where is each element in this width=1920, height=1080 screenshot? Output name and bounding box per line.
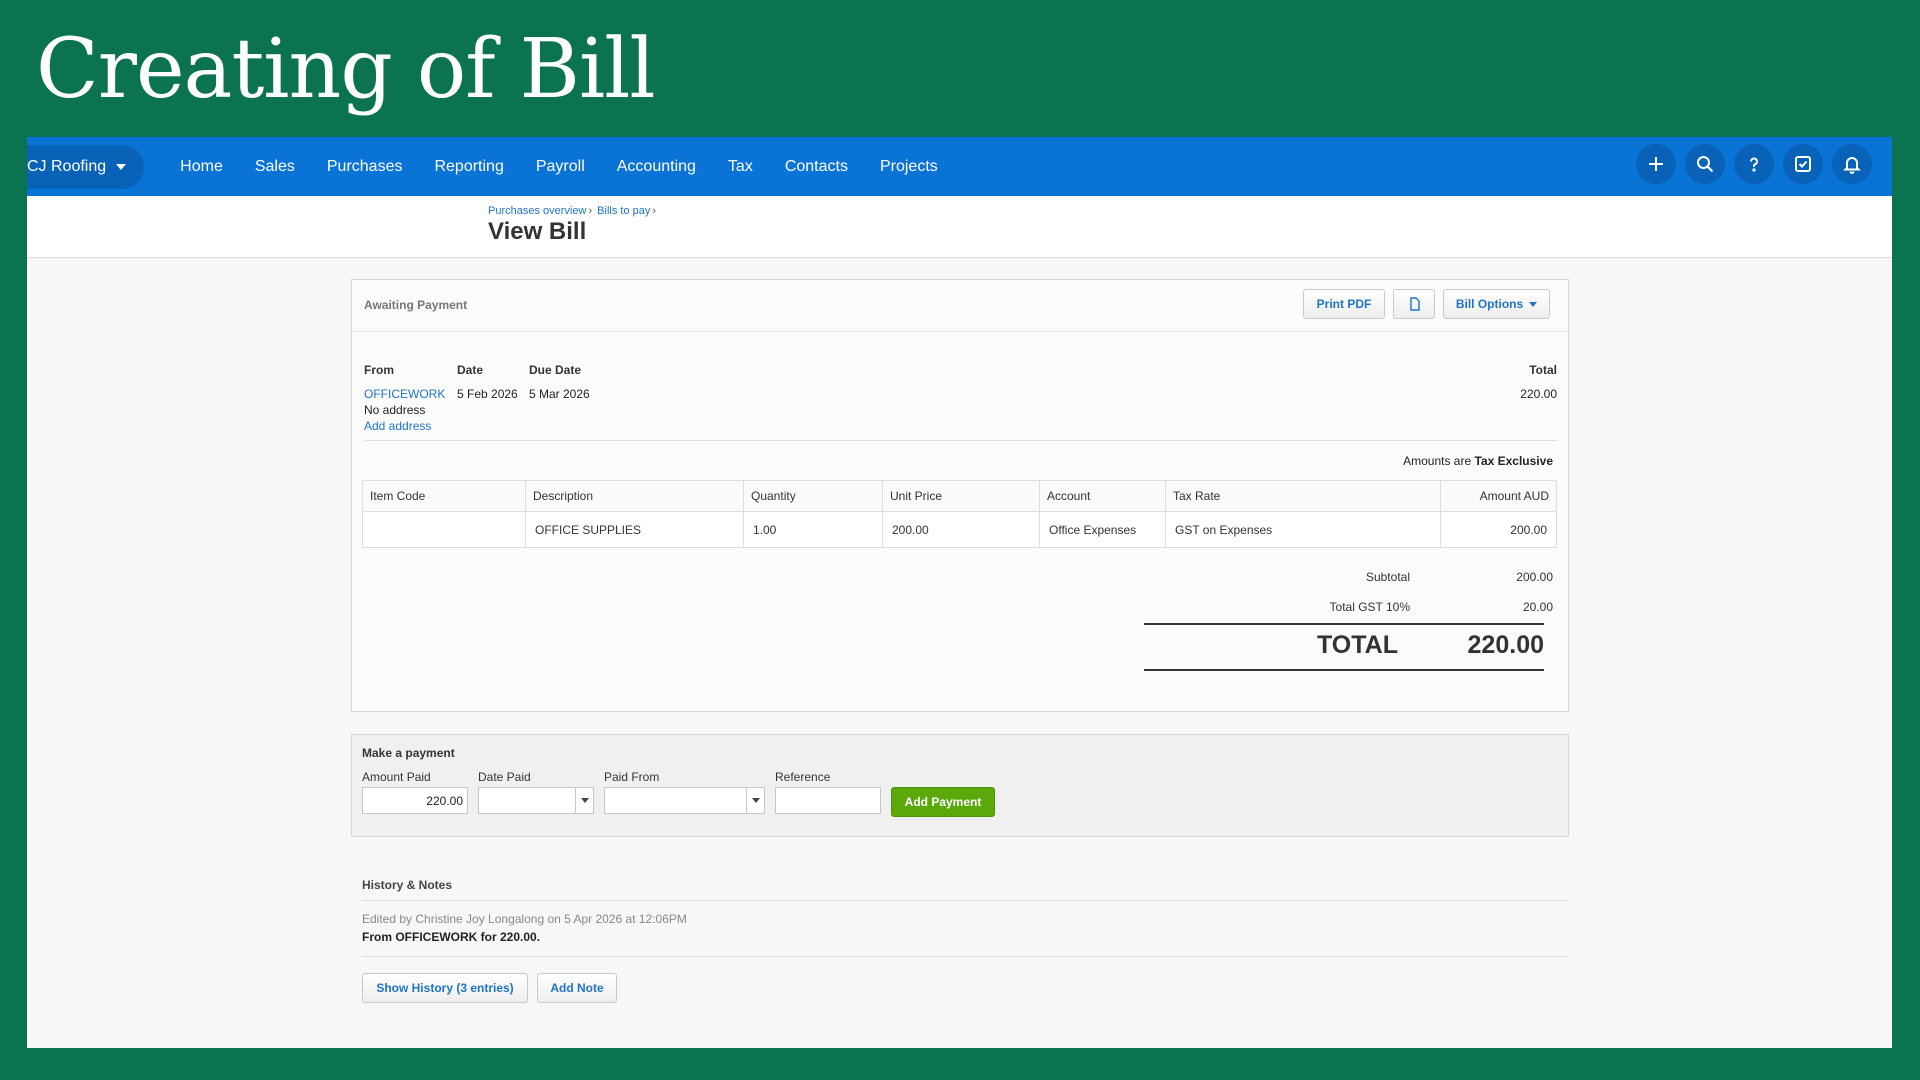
nav-item-contacts[interactable]: Contacts	[769, 158, 864, 176]
col-tax-rate: Tax Rate	[1165, 480, 1441, 512]
gst-value: 20.00	[1522, 600, 1553, 614]
bill-date: 5 Feb 2026	[457, 387, 518, 401]
supplier-link[interactable]: OFFICEWORK	[364, 387, 445, 401]
cell-tax-rate: GST on Expenses	[1165, 511, 1441, 548]
tasks-icon[interactable]	[1783, 144, 1823, 184]
amount-paid-input[interactable]: 220.00	[362, 787, 468, 814]
date-paid-picker[interactable]	[478, 787, 594, 814]
date-paid-label: Date Paid	[478, 770, 531, 784]
bill-options-label: Bill Options	[1455, 297, 1524, 311]
col-amount: Amount AUD	[1440, 480, 1557, 512]
cell-amount: 200.00	[1440, 511, 1557, 548]
subtotal-value: 200.00	[1516, 570, 1553, 584]
nav-item-accounting[interactable]: Accounting	[601, 158, 712, 176]
nav-menu: Home Sales Purchases Reporting Payroll A…	[164, 158, 954, 176]
search-icon[interactable]	[1685, 144, 1725, 184]
divider	[364, 440, 1558, 441]
table-header-row: Item Code Description Quantity Unit Pric…	[362, 480, 1557, 512]
breadcrumb-purchases-overview[interactable]: Purchases overview	[488, 205, 586, 217]
col-account: Account	[1039, 480, 1166, 512]
add-payment-button[interactable]: Add Payment	[891, 787, 995, 817]
top-nav: CJ Roofing Home Sales Purchases Reportin…	[27, 137, 1892, 196]
breadcrumb-bills-to-pay[interactable]: Bills to pay	[597, 205, 650, 217]
due-date-label: Due Date	[529, 363, 582, 377]
gst-label: Total GST 10%	[1329, 600, 1410, 614]
paid-from-label: Paid From	[604, 770, 660, 784]
cell-item-code	[362, 511, 526, 548]
from-label: From	[364, 363, 394, 377]
amount-paid-label: Amount Paid	[362, 770, 431, 784]
page-header: Purchases overview › Bills to pay › View B…	[27, 196, 1892, 258]
col-quantity: Quantity	[743, 480, 883, 512]
date-label: Date	[457, 363, 484, 377]
reference-label: Reference	[775, 770, 831, 784]
print-pdf-button[interactable]: Print PDF	[1303, 289, 1385, 319]
cell-account: Office Expenses	[1039, 511, 1166, 548]
status-label: Awaiting Payment	[364, 298, 468, 312]
divider	[362, 900, 1569, 901]
nav-item-sales[interactable]: Sales	[239, 158, 311, 176]
no-address-text: No address	[364, 403, 426, 417]
page-title: View Bill	[488, 218, 587, 245]
copy-button[interactable]	[1393, 289, 1435, 319]
bill-due-date: 5 Mar 2026	[529, 387, 590, 401]
chevron-down-icon[interactable]	[575, 788, 593, 813]
show-history-button[interactable]: Show History (3 entries)	[362, 973, 528, 1003]
nav-icon-group	[1636, 144, 1872, 184]
paid-from-select[interactable]	[604, 787, 765, 814]
col-item-code: Item Code	[362, 480, 526, 512]
history-entry-text: From OFFICEWORK for 220.00.	[362, 930, 541, 944]
add-note-button[interactable]: Add Note	[537, 973, 617, 1003]
make-payment-title: Make a payment	[362, 746, 455, 760]
nav-item-payroll[interactable]: Payroll	[520, 158, 601, 176]
xero-app-window: CJ Roofing Home Sales Purchases Reportin…	[27, 137, 1892, 1048]
help-icon[interactable]	[1734, 144, 1774, 184]
plus-icon[interactable]	[1636, 144, 1676, 184]
subtotal-label: Subtotal	[1365, 570, 1410, 584]
divider	[362, 956, 1569, 957]
bill-card-header: Awaiting Payment Print PDF Bill Options	[352, 280, 1568, 332]
cell-quantity: 1.00	[743, 511, 883, 548]
org-name: CJ Roofing	[27, 157, 107, 175]
amounts-are-label: Amounts are	[1403, 454, 1472, 468]
line-items-table: Item Code Description Quantity Unit Pric…	[362, 480, 1557, 548]
chevron-down-icon	[116, 163, 127, 170]
bill-options-button[interactable]: Bill Options	[1443, 289, 1550, 319]
cell-description: OFFICE SUPPLIES	[525, 511, 744, 548]
table-row[interactable]: OFFICE SUPPLIES 1.00 200.00 Office Expen…	[362, 511, 1557, 548]
breadcrumb: Purchases overview › Bills to pay ›	[488, 205, 657, 217]
nav-item-tax[interactable]: Tax	[712, 158, 769, 176]
bell-icon[interactable]	[1832, 144, 1872, 184]
col-description: Description	[525, 480, 744, 512]
org-switcher[interactable]: CJ Roofing	[27, 144, 145, 189]
nav-item-purchases[interactable]: Purchases	[311, 158, 419, 176]
chevron-down-icon[interactable]	[746, 788, 764, 813]
nav-item-reporting[interactable]: Reporting	[418, 158, 519, 176]
grand-total-label: TOTAL	[1316, 631, 1398, 659]
make-payment-panel: Make a payment Amount Paid Date Paid Pai…	[351, 734, 1569, 837]
tax-mode: Amounts are Tax Exclusive	[1403, 454, 1553, 468]
slide-title: Creating of Bill	[36, 22, 656, 117]
copy-icon	[1410, 297, 1420, 311]
add-address-link[interactable]: Add address	[364, 419, 431, 433]
reference-input[interactable]	[775, 787, 881, 814]
nav-item-projects[interactable]: Projects	[864, 158, 954, 176]
nav-item-home[interactable]: Home	[164, 158, 239, 176]
bill-total: 220.00	[1520, 387, 1557, 401]
chevron-down-icon	[1529, 301, 1538, 307]
history-notes-title: History & Notes	[362, 878, 453, 892]
total-label: Total	[1529, 363, 1557, 377]
total-bottom-rule	[1144, 669, 1544, 671]
cell-unit-price: 200.00	[882, 511, 1040, 548]
history-entry-meta: Edited by Christine Joy Longalong on 5 A…	[362, 912, 687, 926]
grand-total-value: 220.00	[1467, 631, 1544, 659]
total-top-rule	[1144, 623, 1544, 625]
bill-card: Awaiting Payment Print PDF Bill Options …	[351, 279, 1569, 712]
tax-mode-value[interactable]: Tax Exclusive	[1475, 454, 1554, 468]
col-unit-price: Unit Price	[882, 480, 1040, 512]
